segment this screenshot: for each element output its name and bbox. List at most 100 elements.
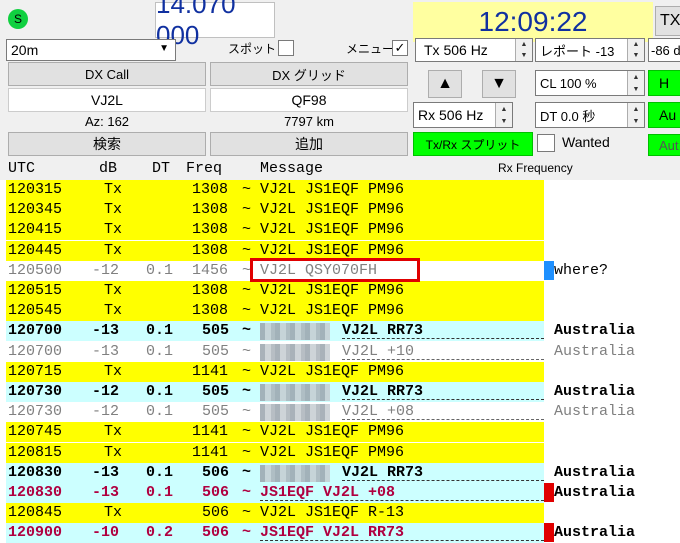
cell-db: -13 <box>92 322 120 340</box>
distance-text: 7797 km <box>284 114 334 129</box>
cell-utc: 120700 <box>8 342 63 360</box>
redacted-callsign <box>260 464 330 482</box>
table-row[interactable]: 120515 Tx 1308 ~ VJ2L JS1EQF PM96 <box>6 281 680 301</box>
cell-utc: 120830 <box>8 463 63 481</box>
cell-sep: ~ <box>242 484 252 501</box>
cell-sep: ~ <box>242 282 252 299</box>
cell-db: Tx <box>104 201 123 219</box>
dt-value: DT 0.0 秒 <box>540 108 596 124</box>
cell-location: Australia <box>554 322 636 340</box>
cell-freq: 1308 <box>192 302 229 320</box>
table-row[interactable]: 120415 Tx 1308 ~ VJ2L JS1EQF PM96 <box>6 220 680 241</box>
menu-checkbox[interactable]: ✓ <box>392 40 408 56</box>
cell-db: -13 <box>92 463 120 481</box>
wanted-checkbox[interactable] <box>537 134 555 152</box>
tx-button-label: TX <box>660 12 680 29</box>
cell-db: -13 <box>92 484 120 501</box>
table-row[interactable]: 120745 Tx 1141 ~ VJ2L JS1EQF PM96 <box>6 422 680 443</box>
spot-checkbox[interactable] <box>278 40 294 56</box>
green-button-1[interactable]: H <box>648 70 680 96</box>
cell-dt: 0.1 <box>146 484 174 501</box>
cell-freq: 505 <box>202 342 230 360</box>
dx-call-input[interactable]: VJ2L <box>8 88 206 112</box>
dashed-underline <box>260 540 544 542</box>
level-field[interactable]: -86 d <box>648 38 680 62</box>
table-row[interactable]: 120845 Tx 506 ~ VJ2L JS1EQF R-13 <box>6 503 680 524</box>
report-spin-arrows[interactable]: ▲ ▼ <box>627 39 644 61</box>
cell-utc: 120445 <box>8 241 63 259</box>
dx-grid-value: QF98 <box>291 92 327 108</box>
dx-grid-input[interactable]: QF98 <box>210 88 408 112</box>
green-button-3[interactable]: Aut <box>648 134 680 156</box>
rx-freq-value: Rx 506 Hz <box>418 107 484 123</box>
dt-spin-arrows[interactable]: ▲ ▼ <box>627 103 644 127</box>
cell-freq: 505 <box>202 403 230 421</box>
decode-table[interactable]: 120315 Tx 1308 ~ VJ2L JS1EQF PM96 120345 Tx 130… <box>0 180 680 543</box>
cell-message: VJ2L JS1EQF PM96 <box>260 423 405 441</box>
dx-grid-button[interactable]: DX グリッド <box>210 62 408 86</box>
level-value: -86 d <box>651 42 680 58</box>
cell-db: Tx <box>104 241 123 259</box>
cell-freq: 1308 <box>192 181 229 198</box>
chevron-down-icon: ▼ <box>159 43 169 54</box>
tx-freq-spinbox[interactable]: Tx 506 Hz ▲ ▼ <box>415 38 533 62</box>
cell-db: -10 <box>92 524 120 542</box>
cell-freq: 1141 <box>192 362 229 380</box>
table-row[interactable]: 120715 Tx 1141 ~ VJ2L JS1EQF PM96 <box>6 361 680 382</box>
spot-label: スポット <box>228 42 277 56</box>
cell-location: Australia <box>554 383 636 400</box>
split-button[interactable]: Tx/Rx スプリット <box>413 132 533 156</box>
rx-freq-spinbox[interactable]: Rx 506 Hz ▲ ▼ <box>413 102 513 128</box>
table-row[interactable]: 120830 -13 0.1 506 ~ VJ2L RR73 Australia <box>6 462 680 483</box>
tx-button[interactable]: TX <box>655 6 680 36</box>
cell-sep: ~ <box>242 322 252 340</box>
clock-value: 12:09:22 <box>478 6 588 37</box>
up-arrow-icon: ▲ <box>437 75 453 92</box>
row-marker <box>544 523 554 543</box>
table-row[interactable]: 120700 -13 0.1 505 ~ VJ2L RR73 Australia <box>6 321 680 342</box>
report-spinbox[interactable]: レポート -13 ▲ ▼ <box>535 38 645 62</box>
cell-utc: 120730 <box>8 403 63 421</box>
dashed-underline <box>342 479 544 481</box>
cell-location: where? <box>554 261 609 279</box>
status-indicator-label: S <box>13 12 22 26</box>
cell-freq: 505 <box>202 322 230 340</box>
dial-frequency-display: 14.070 000 <box>155 0 275 50</box>
tx-freq-value: Tx 506 Hz <box>424 42 488 58</box>
table-row[interactable]: 120730 -12 0.1 505 ~ VJ2L +08 Australia <box>6 402 680 422</box>
dt-spinbox[interactable]: DT 0.0 秒 ▲ ▼ <box>535 102 645 128</box>
table-row[interactable]: 120700 -13 0.1 505 ~ VJ2L +10 Australia <box>6 342 680 362</box>
header-freq: Freq <box>186 160 223 177</box>
table-row[interactable]: 120345 Tx 1308 ~ VJ2L JS1EQF PM96 <box>6 200 680 221</box>
cell-freq: 1308 <box>192 282 229 299</box>
add-button[interactable]: 追加 <box>210 132 408 156</box>
table-row[interactable]: 120545 Tx 1308 ~ VJ2L JS1EQF PM96 <box>6 301 680 322</box>
cell-db: Tx <box>104 362 123 380</box>
table-row[interactable]: 120730 -12 0.1 505 ~ VJ2L RR73 Australia <box>6 382 680 402</box>
search-button[interactable]: 検索 <box>8 132 206 156</box>
cell-freq: 1456 <box>192 261 229 279</box>
cell-freq: 506 <box>202 504 230 522</box>
cl-spinbox[interactable]: CL 100 % ▲ ▼ <box>535 70 645 96</box>
dashed-underline <box>342 399 544 400</box>
up-arrow-button[interactable]: ▲ <box>428 70 462 98</box>
cell-sep: ~ <box>242 181 252 198</box>
cell-db: Tx <box>104 181 123 198</box>
cell-db: -12 <box>92 403 120 421</box>
green-button-2[interactable]: Au <box>648 102 680 128</box>
cell-freq: 1308 <box>192 241 229 259</box>
table-row[interactable]: 120900 -10 0.2 506 ~ JS1EQF VJ2L RR73 Australi… <box>6 523 680 543</box>
cell-sep: ~ <box>242 443 252 461</box>
cl-spin-arrows[interactable]: ▲ ▼ <box>627 71 644 95</box>
table-row[interactable]: 120830 -13 0.1 506 ~ JS1EQF VJ2L +08 Australia <box>6 483 680 503</box>
band-select[interactable]: 20m ▼ <box>6 39 176 61</box>
cell-sep: ~ <box>242 342 252 360</box>
table-row[interactable]: 120315 Tx 1308 ~ VJ2L JS1EQF PM96 <box>6 180 680 200</box>
down-arrow-button[interactable]: ▼ <box>482 70 516 98</box>
rx-freq-spin-arrows[interactable]: ▲ ▼ <box>495 103 512 127</box>
dx-call-button[interactable]: DX Call <box>8 62 206 86</box>
cell-freq: 1308 <box>192 221 229 239</box>
table-row[interactable]: 120815 Tx 1141 ~ VJ2L JS1EQF PM96 <box>6 442 680 463</box>
tx-freq-spin-arrows[interactable]: ▲ ▼ <box>515 39 532 61</box>
cell-message: VJ2L JS1EQF PM96 <box>260 221 405 239</box>
